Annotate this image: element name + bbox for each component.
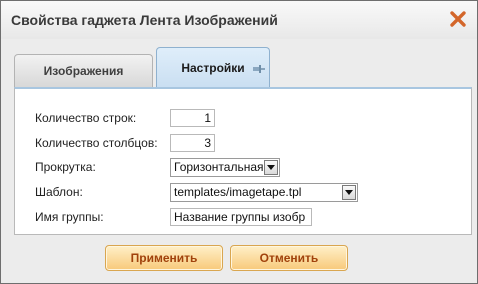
group-name-input[interactable]: Название группы изобр	[170, 208, 312, 226]
tab-settings-label: Настройки	[181, 61, 245, 75]
cancel-button[interactable]: Отменить	[230, 245, 348, 271]
template-select[interactable]: templates/imagetape.tpl	[170, 183, 358, 202]
template-select-value: templates/imagetape.tpl	[174, 185, 302, 199]
tab-settings[interactable]: Настройки	[156, 47, 270, 89]
dialog-title: Свойства гаджета Лента Изображений	[11, 12, 278, 28]
scroll-label: Прокрутка:	[35, 160, 96, 174]
close-icon[interactable]	[449, 10, 467, 28]
rows-input[interactable]: 1	[170, 109, 215, 127]
pin-icon[interactable]	[252, 50, 266, 73]
chevron-down-icon[interactable]	[342, 185, 356, 200]
group-name-label: Имя группы:	[35, 210, 104, 224]
tab-images[interactable]: Изображения	[14, 54, 153, 89]
settings-panel: Количество строк: 1 Количество столбцов:…	[14, 87, 472, 235]
apply-button[interactable]: Применить	[105, 245, 223, 271]
scroll-select-value: Горизонтальная	[174, 160, 264, 174]
columns-input[interactable]: 3	[170, 134, 215, 152]
dialog-titlebar[interactable]: Свойства гаджета Лента Изображений	[1, 1, 477, 39]
rows-label: Количество строк:	[35, 111, 137, 125]
tab-bar: Изображения Настройки	[14, 47, 474, 89]
template-label: Шаблон:	[35, 185, 83, 199]
scroll-select[interactable]: Горизонтальная	[170, 158, 280, 177]
gadget-properties-dialog: Свойства гаджета Лента Изображений Изобр…	[0, 0, 478, 284]
chevron-down-icon[interactable]	[264, 160, 278, 175]
columns-label: Количество столбцов:	[35, 136, 158, 150]
